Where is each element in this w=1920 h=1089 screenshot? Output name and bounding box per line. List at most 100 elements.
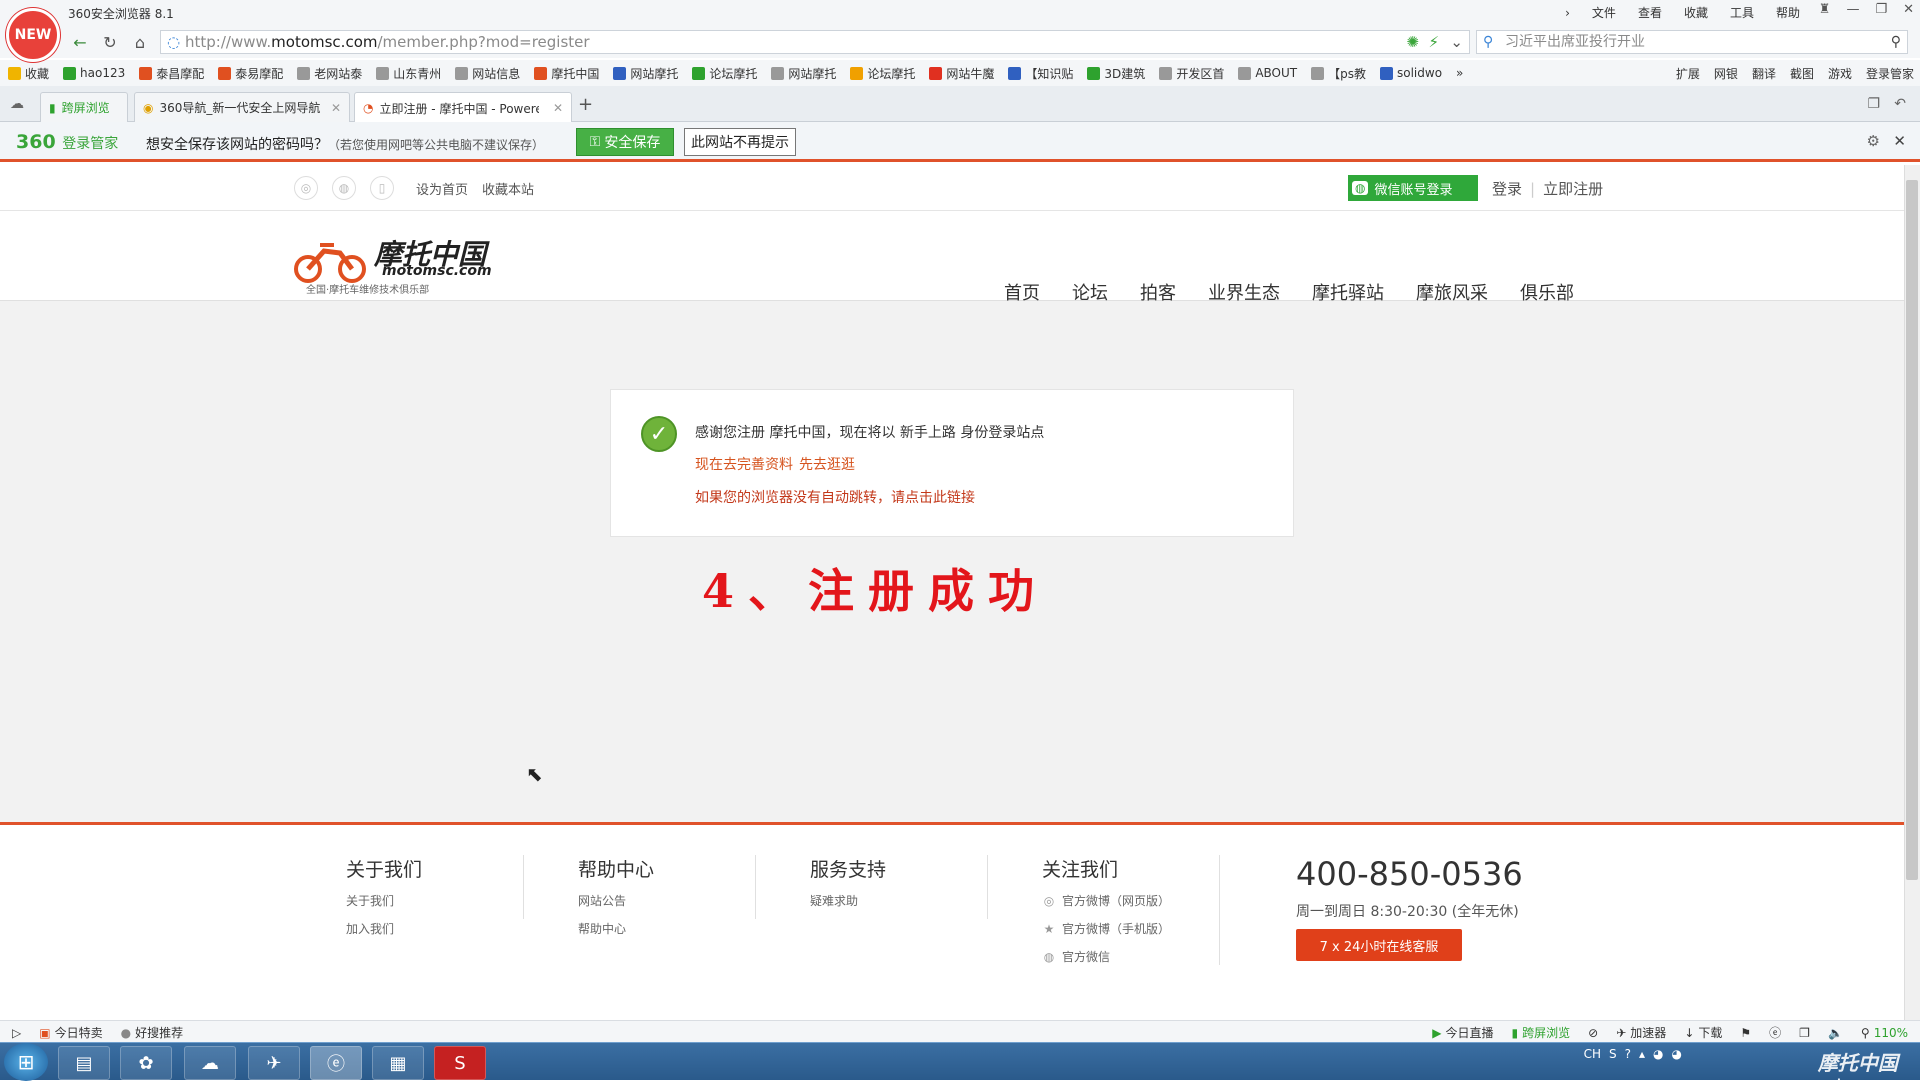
live-today[interactable]: ▶ 今日直播 — [1432, 1024, 1493, 1041]
minimize-icon[interactable]: — — [1846, 2, 1859, 17]
bookmark-item[interactable]: 网站摩托 — [771, 65, 836, 82]
windows-start-button[interactable]: ⊞ — [4, 1043, 48, 1081]
menu-favorites[interactable]: 收藏 — [1684, 4, 1708, 21]
new-badge-icon[interactable]: NEW — [6, 8, 60, 62]
ime-icon[interactable]: S — [1609, 1047, 1617, 1061]
menu-expand-icon[interactable]: › — [1565, 6, 1570, 20]
skin-icon[interactable]: ♜ — [1819, 2, 1831, 17]
tab-register[interactable]: ◔ 立即注册 - 摩托中国 - Powere ✕ — [354, 92, 572, 123]
bookmark-item[interactable]: 网站信息 — [455, 65, 520, 82]
refresh-icon[interactable]: ↻ — [98, 30, 122, 54]
search-icon[interactable]: ⚲ — [1891, 31, 1901, 53]
maximize-icon[interactable]: ❐ — [1875, 2, 1887, 17]
weibo-icon[interactable]: ◎ — [294, 176, 318, 200]
cloud-sync-icon[interactable]: ☁ — [10, 96, 24, 112]
nav-item[interactable]: 俱乐部 — [1520, 279, 1574, 305]
close-bar-icon[interactable]: ✕ — [1893, 132, 1906, 150]
never-prompt-button[interactable]: 此网站不再提示 — [684, 128, 796, 156]
bookmark-item[interactable]: 开发区首 — [1159, 65, 1224, 82]
settings-gear-icon[interactable]: ⚙ — [1867, 132, 1880, 150]
login-link[interactable]: 登录 — [1492, 178, 1522, 199]
flag-icon[interactable]: ⚑ — [1740, 1026, 1751, 1040]
footer-link[interactable]: 网站公告 — [578, 892, 654, 909]
bookmark-item[interactable]: 泰易摩配 — [218, 65, 283, 82]
footer-link[interactable]: 疑难求助 — [810, 892, 886, 909]
speed-mode-icon[interactable]: ⚡ — [1428, 31, 1439, 53]
menu-help[interactable]: 帮助 — [1776, 4, 1800, 21]
app-icon-1[interactable]: ✿ — [120, 1046, 172, 1080]
qq-icon[interactable]: ◕ — [1653, 1047, 1663, 1061]
sound-icon[interactable]: 🔈 — [1828, 1026, 1843, 1040]
footer-link[interactable]: ◎ 官方微博（网页版） — [1042, 892, 1170, 909]
tab-360-nav[interactable]: ◉ 360导航_新一代安全上网导航 ✕ — [134, 92, 350, 122]
bookmark-item[interactable]: 3D建筑 — [1087, 65, 1145, 82]
complete-profile-link[interactable]: 现在去完善资料 — [695, 454, 793, 474]
bookmark-item[interactable]: 论坛摩托 — [850, 65, 915, 82]
footer-link[interactable]: ★ 官方微博（手机版） — [1042, 920, 1170, 937]
url-input[interactable]: ◌ http://www.motomsc.com/member.php?mod=… — [160, 30, 1470, 54]
ie-icon[interactable]: ⓔ — [1769, 1024, 1781, 1041]
toolbar-tool[interactable]: 截图 — [1790, 65, 1814, 82]
footer-link[interactable]: 加入我们 — [346, 920, 422, 937]
url-dropdown-icon[interactable]: ⌄ — [1450, 31, 1463, 53]
security-icon[interactable]: ✺ — [1406, 31, 1419, 53]
nav-item[interactable]: 摩旅风采 — [1416, 279, 1488, 305]
bookmark-item[interactable]: 论坛摩托 — [692, 65, 757, 82]
bookmark-site-link[interactable]: 收藏本站 — [482, 179, 534, 198]
bookmark-item[interactable]: 【知识贴 — [1008, 65, 1073, 82]
browser-360-icon[interactable]: ⓔ — [310, 1046, 362, 1080]
register-link[interactable]: 立即注册 — [1543, 178, 1603, 199]
bookmark-item[interactable]: 泰昌摩配 — [139, 65, 204, 82]
new-tab-button[interactable]: + — [578, 94, 593, 115]
footer-link[interactable]: 帮助中心 — [578, 920, 654, 937]
bookmark-item[interactable]: ABOUT — [1238, 66, 1297, 80]
wechat-login-button[interactable]: ◍ 微信账号登录 — [1348, 175, 1478, 201]
bookmark-item[interactable]: 【ps教 — [1311, 65, 1366, 82]
window-icon[interactable]: ❐ — [1799, 1026, 1810, 1040]
set-homepage-link[interactable]: 设为首页 — [416, 179, 468, 198]
tray-arrow-icon[interactable]: ▴ — [1639, 1047, 1645, 1061]
bookmark-item[interactable]: hao123 — [63, 66, 125, 80]
close-icon[interactable]: ✕ — [1903, 2, 1914, 17]
nav-item[interactable]: 拍客 — [1140, 279, 1176, 305]
haosou-recommend[interactable]: ● 好搜推荐 — [121, 1024, 184, 1041]
redirect-link[interactable]: 如果您的浏览器没有自动跳转，请点击此链接 — [695, 487, 975, 507]
bookmark-item[interactable]: 山东青州 — [376, 65, 441, 82]
site-logo[interactable]: 摩托中国 motomsc.com 全国·摩托车维修技术俱乐部 — [290, 231, 510, 296]
search-input[interactable]: ⚲ 习近平出席亚投行开业 ⚲ — [1476, 30, 1908, 54]
footer-link[interactable]: 关于我们 — [346, 892, 422, 909]
accelerator[interactable]: ✈ 加速器 — [1616, 1024, 1666, 1041]
search-engine-icon[interactable]: ⚲ — [1483, 31, 1493, 53]
mobile-icon[interactable]: ▯ — [370, 176, 394, 200]
menu-tools[interactable]: 工具 — [1730, 4, 1754, 21]
zoom-level[interactable]: ⚲ 110% — [1861, 1026, 1908, 1040]
toolbar-tool[interactable]: 网银 — [1714, 65, 1738, 82]
restore-tabs-icon[interactable]: ❐ — [1867, 96, 1880, 112]
language-indicator[interactable]: CH — [1584, 1047, 1601, 1061]
sidebar-toggle-icon[interactable]: ▷ — [12, 1026, 21, 1040]
wechat-icon[interactable]: ◍ — [332, 176, 356, 200]
menu-file[interactable]: 文件 — [1592, 4, 1616, 21]
bookmark-item[interactable]: solidwo — [1380, 66, 1442, 80]
bookmark-item[interactable]: 老网站泰 — [297, 65, 362, 82]
toolbar-tool[interactable]: 翻译 — [1752, 65, 1776, 82]
help-icon[interactable]: ? — [1625, 1047, 1631, 1061]
save-password-button[interactable]: ⚿ 安全保存 — [576, 128, 674, 156]
bookmark-item[interactable]: 网站摩托 — [613, 65, 678, 82]
toolbar-tool[interactable]: 游戏 — [1828, 65, 1852, 82]
back-arrow-icon[interactable]: ← — [68, 30, 92, 54]
footer-link[interactable]: ◍ 官方微信 — [1042, 948, 1170, 965]
downloads[interactable]: ↓ 下载 — [1684, 1024, 1722, 1041]
bookmark-item[interactable]: 摩托中国 — [534, 65, 599, 82]
menu-view[interactable]: 查看 — [1638, 4, 1662, 21]
explorer-icon[interactable]: ▤ — [58, 1046, 110, 1080]
toolbar-tool[interactable]: 扩展 — [1676, 65, 1700, 82]
solidworks-icon[interactable]: S — [434, 1046, 486, 1080]
cloud-app-icon[interactable]: ☁ — [184, 1046, 236, 1080]
bird-app-icon[interactable]: ✈ — [248, 1046, 300, 1080]
nav-item[interactable]: 摩托驿站 — [1312, 279, 1384, 305]
nav-item[interactable]: 业界生态 — [1208, 279, 1280, 305]
tab-close-icon[interactable]: ✕ — [331, 101, 341, 115]
more-bookmarks-icon[interactable]: » — [1456, 66, 1463, 80]
scrollbar-thumb[interactable] — [1906, 180, 1918, 880]
